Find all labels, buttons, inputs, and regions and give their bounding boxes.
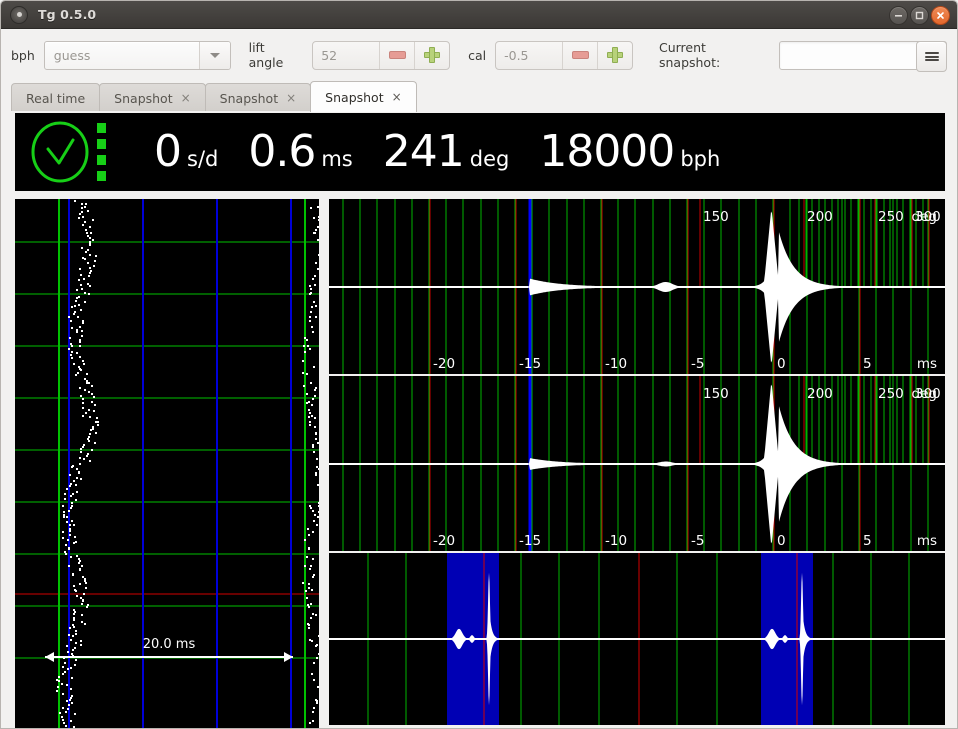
tab-label: Real time: [26, 90, 86, 106]
svg-text:0: 0: [777, 533, 786, 549]
upper-tick-waveform[interactable]: 150 200 250 300 deg -20 -15 -10 -5 0 5 ms: [329, 199, 945, 374]
svg-text:150: 150: [703, 386, 729, 402]
minus-icon: [571, 51, 589, 59]
plus-icon: [607, 47, 623, 63]
readout-value: 0: [154, 126, 182, 177]
svg-text:200: 200: [807, 209, 833, 225]
svg-text:-10: -10: [605, 356, 627, 372]
lift-angle-increment-button[interactable]: [414, 41, 449, 69]
cal-increment-button[interactable]: [597, 41, 632, 69]
bph-combobox[interactable]: guess: [43, 40, 231, 70]
lift-angle-spinner[interactable]: 52: [312, 40, 451, 70]
svg-text:-5: -5: [691, 533, 704, 549]
tick-scatter-plot[interactable]: 20.0 ms: [15, 199, 319, 728]
tab-close-icon[interactable]: ×: [181, 92, 191, 104]
svg-text:-20: -20: [433, 356, 455, 372]
tab-bar: Real time Snapshot × Snapshot × Snapshot…: [1, 81, 957, 112]
svg-text:ms: ms: [917, 533, 937, 549]
title-bar: Tg 0.5.0: [1, 1, 957, 29]
cal-label: cal: [468, 47, 487, 63]
svg-text:-10: -10: [605, 533, 627, 549]
tab-real-time[interactable]: Real time: [11, 83, 101, 112]
readout-bar: 0 s/d 0.6 ms 241 deg 18000 bph: [15, 113, 945, 191]
svg-text:ms: ms: [917, 356, 937, 372]
window-title: Tg 0.5.0: [38, 7, 97, 22]
minimize-button[interactable]: [889, 6, 908, 25]
readout-value: 18000: [539, 126, 675, 177]
svg-text:deg: deg: [912, 386, 937, 402]
toolbar: bph guess lift angle 52 cal -0.5 Current…: [1, 29, 957, 81]
hamburger-icon: [924, 51, 939, 63]
tab-close-icon[interactable]: ×: [392, 91, 402, 103]
svg-text:deg: deg: [912, 209, 937, 225]
readout-value: 241: [382, 126, 465, 177]
beat-dots-icon: [97, 123, 106, 181]
bph-dropdown-arrow[interactable]: [198, 41, 230, 69]
svg-text:0: 0: [777, 356, 786, 372]
paperstrip-detail-plot[interactable]: [329, 553, 945, 725]
svg-text:250: 250: [878, 386, 904, 402]
cal-spinner[interactable]: -0.5: [495, 40, 633, 70]
app-dot-icon: [10, 5, 28, 24]
tab-close-icon[interactable]: ×: [286, 92, 296, 104]
svg-text:150: 150: [703, 209, 729, 225]
cal-value[interactable]: -0.5: [496, 42, 562, 69]
lift-angle-value[interactable]: 52: [313, 42, 379, 69]
close-button[interactable]: [931, 6, 950, 25]
snapshot-panel: 0 s/d 0.6 ms 241 deg 18000 bph 20.0 ms 1…: [9, 111, 951, 728]
svg-text:-5: -5: [691, 356, 704, 372]
readout-field-rate: 0 s/d: [154, 130, 218, 174]
svg-text:250: 250: [878, 209, 904, 225]
readout-unit: bph: [680, 147, 721, 171]
svg-text:-15: -15: [519, 533, 541, 549]
check-circle-icon: [31, 121, 89, 183]
svg-text:-20: -20: [433, 533, 455, 549]
svg-text:5: 5: [863, 356, 872, 372]
plus-icon: [424, 47, 441, 63]
svg-text:20.0 ms: 20.0 ms: [143, 637, 196, 652]
readout-field-amplitude: 241 deg: [383, 130, 510, 174]
readout-unit: s/d: [187, 147, 219, 171]
bph-value[interactable]: guess: [45, 42, 199, 69]
lift-angle-label: lift angle: [248, 40, 284, 70]
lower-tick-waveform[interactable]: 150 200 250 300 deg -20 -15 -10 -5 0 5 ms: [329, 376, 945, 551]
svg-text:-15: -15: [519, 356, 541, 372]
window-controls: [889, 6, 950, 25]
tab-label: Snapshot: [114, 90, 173, 106]
readout-values: 0 s/d 0.6 ms 241 deg 18000 bph: [154, 130, 750, 174]
tab-snapshot-1[interactable]: Snapshot ×: [99, 83, 206, 112]
tab-snapshot-2[interactable]: Snapshot ×: [204, 83, 312, 112]
bph-label: bph: [11, 47, 35, 63]
svg-text:200: 200: [807, 386, 833, 402]
readout-value: 0.6: [248, 126, 316, 177]
readout-unit: ms: [321, 147, 353, 171]
menu-button[interactable]: [916, 41, 947, 72]
current-snapshot-label: Current snapshot:: [658, 40, 721, 70]
cal-decrement-button[interactable]: [562, 41, 597, 69]
tab-snapshot-3[interactable]: Snapshot ×: [310, 81, 417, 112]
svg-text:5: 5: [863, 533, 872, 549]
tab-label: Snapshot: [219, 90, 279, 106]
readout-unit: deg: [469, 147, 510, 171]
readout-field-bph: 18000 bph: [539, 130, 720, 174]
tab-label: Snapshot: [325, 89, 384, 105]
minus-icon: [388, 51, 406, 59]
maximize-button[interactable]: [910, 6, 929, 25]
lift-angle-decrement-button[interactable]: [379, 41, 414, 69]
chevron-down-icon: [209, 52, 220, 58]
readout-field-beat-error: 0.6 ms: [248, 130, 352, 174]
application-window: Tg 0.5.0 bph guess lift angle 52 cal -0.…: [0, 0, 958, 729]
